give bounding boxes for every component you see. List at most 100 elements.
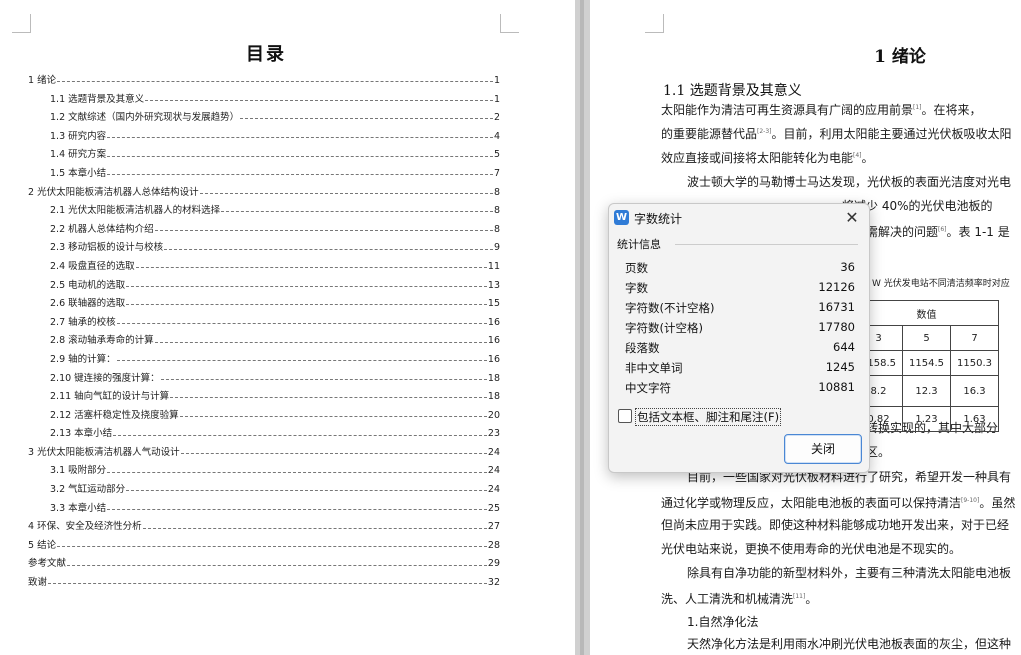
body-line-text: 1.自然净化法 — [687, 615, 759, 629]
stat-row: 字符数(不计空格) 16731 — [625, 300, 855, 320]
citation-ref: [6] — [938, 226, 947, 233]
toc-entry[interactable]: 致谢 32 — [28, 574, 500, 593]
toc-entry[interactable]: 2 光伏太阳能板清洁机器人总体结构设计 8 — [28, 184, 500, 203]
toc-entry[interactable]: 参考文献 29 — [28, 555, 500, 574]
body-line: 波士顿大学的马勒博士马达发现，光伏板的表面光洁度对光电 — [687, 170, 1021, 194]
toc-leader — [240, 118, 493, 120]
toc-entry[interactable]: 2.2 机器人总体结构介绍 8 — [28, 221, 500, 240]
toc-page-number: 15 — [487, 298, 500, 310]
toc-entry[interactable]: 3 光伏太阳能板清洁机器人气动设计 24 — [28, 444, 500, 463]
toc-entry[interactable]: 2.12 活塞杆稳定性及挠度验算 20 — [28, 407, 500, 426]
table-cell: 1.63 — [950, 406, 999, 432]
toc-entry-text: 2.7 轴承的校核 — [50, 316, 116, 328]
body-line: 的重要能源替代品[2-3]。目前，利用太阳能主要通过光伏板吸收太阳 — [661, 120, 1021, 146]
toc-page-number: 27 — [487, 521, 500, 533]
body-line: 除具有自净功能的新型材料外，主要有三种清洗太阳能电池板 — [687, 561, 1021, 585]
toc-entry[interactable]: 1.1 选题背景及其意义 1 — [28, 91, 500, 110]
toc-leader — [154, 341, 487, 343]
body-line-text: 太阳能作为清洁可再生资源具有广阔的应用前景 — [661, 103, 914, 117]
toc-page-number: 7 — [493, 167, 500, 179]
toc-entry[interactable]: 1.5 本章小结 7 — [28, 165, 500, 184]
stat-value: 36 — [840, 260, 855, 274]
corner-mark — [645, 14, 664, 33]
toc-entry-text: 2.2 机器人总体结构介绍 — [50, 223, 154, 235]
toc-entry[interactable]: 4 环保、安全及经济性分析 27 — [28, 518, 500, 537]
citation-ref: [11] — [793, 593, 806, 600]
toc-page-number: 18 — [487, 372, 500, 384]
body-line-tail: 。 — [861, 151, 874, 165]
toc-entry[interactable]: 2.11 轴向气缸的设计与计算 18 — [28, 388, 500, 407]
divider — [675, 244, 858, 245]
citation-ref: [2-3] — [757, 128, 772, 135]
toc-page-number: 16 — [487, 353, 500, 365]
citation-ref: [1] — [913, 104, 922, 111]
toc-entry-text: 2.3 移动铝板的设计与校核 — [50, 242, 164, 254]
toc-page-number: 23 — [487, 428, 500, 440]
toc-entry[interactable]: 1 绪论 1 — [28, 72, 500, 91]
toc-leader — [135, 267, 487, 269]
toc-entry[interactable]: 2.3 移动铝板的设计与校核 9 — [28, 239, 500, 258]
toc-entry[interactable]: 2.7 轴承的校核 16 — [28, 314, 500, 333]
toc-entry[interactable]: 2.1 光伏太阳能板清洁机器人的材料选择 8 — [28, 202, 500, 221]
toc-entry-text: 3 光伏太阳能板清洁机器人气动设计 — [28, 446, 180, 458]
toc-entry-text: 3.1 吸附部分 — [50, 465, 107, 477]
table-header: 5 — [902, 325, 951, 351]
toc-leader — [199, 192, 493, 194]
table-cell: 1.23 — [902, 406, 951, 432]
toc-entry[interactable]: 5 结论 28 — [28, 537, 500, 556]
toc-page-number: 8 — [493, 186, 500, 198]
body-line: 光伏电站来说，更换不使用寿命的光伏电池是不现实的。 — [661, 537, 1021, 561]
toc-entry[interactable]: 1.2 文献综述（国内外研究现状与发展趋势） 2 — [28, 109, 500, 128]
toc-entry[interactable]: 1.3 研究内容 4 — [28, 128, 500, 147]
toc-entry[interactable]: 1.4 研究方案 5 — [28, 146, 500, 165]
toc-entry[interactable]: 2.6 联轴器的选取 15 — [28, 295, 500, 314]
toc-entry[interactable]: 3.1 吸附部分 24 — [28, 462, 500, 481]
toc-leader — [107, 137, 493, 139]
toc-entry[interactable]: 2.10 键连接的强度计算： 18 — [28, 370, 500, 389]
body-line-text: 洗、人工清洗和机械清洗 — [661, 592, 794, 606]
toc-leader — [142, 527, 487, 529]
close-icon[interactable]: ✕ — [841, 207, 863, 229]
stat-value: 10881 — [818, 380, 855, 394]
toc-entry-text: 2.10 键连接的强度计算： — [50, 372, 160, 384]
toc-page-number: 20 — [487, 409, 500, 421]
toc-entry[interactable]: 2.9 轴的计算： 16 — [28, 351, 500, 370]
toc-page-number: 5 — [493, 149, 500, 161]
toc-leader — [107, 174, 493, 176]
toc-entry[interactable]: 2.8 滚动轴承寿命的计算 16 — [28, 332, 500, 351]
toc-page-number: 25 — [487, 502, 500, 514]
body-line-tail: 。在将来， — [921, 103, 982, 117]
toc-page-number: 18 — [487, 391, 500, 403]
table-cell: 12.3 — [902, 375, 951, 407]
toc-entry[interactable]: 2.13 本章小结 23 — [28, 425, 500, 444]
dialog-titlebar[interactable]: W 字数统计 ✕ — [609, 204, 869, 232]
body-line-text: 光伏电站来说，更换不使用寿命的光伏电池是不现实的。 — [661, 542, 962, 556]
body-line: 洗、人工清洗和机械清洗[11]。 — [661, 585, 1021, 611]
close-button[interactable]: 关闭 — [784, 434, 862, 464]
toc-leader — [170, 397, 487, 399]
corner-mark — [12, 14, 31, 33]
body-line-text: 效应直接或间接将太阳能转化为电能 — [661, 151, 854, 165]
toc-entry[interactable]: 3.2 气缸运动部分 24 — [28, 481, 500, 500]
stat-label: 中文字符 — [625, 381, 671, 395]
toc-leader — [179, 415, 487, 417]
toc-entry-text: 参考文献 — [28, 558, 67, 570]
toc-leader — [180, 453, 487, 455]
toc-page-number: 28 — [487, 539, 500, 551]
toc-entry[interactable]: 2.4 吸盘直径的选取 11 — [28, 258, 500, 277]
toc-leader — [57, 81, 493, 83]
stat-value: 12126 — [818, 280, 855, 294]
body-line: 但尚未应用于实践。即使这种材料能够成功地开发出来，对于已经 — [661, 513, 1021, 537]
table-header: 7 — [950, 325, 999, 351]
toc-entry[interactable]: 2.5 电动机的选取 13 — [28, 277, 500, 296]
stat-label: 字符数(不计空格) — [625, 301, 715, 315]
toc-page-number: 4 — [493, 130, 500, 142]
toc-entry-text: 3.2 气缸运动部分 — [50, 484, 126, 496]
include-textbox-label[interactable]: 包括文本框、脚注和尾注(F) — [635, 408, 782, 426]
toc-entry[interactable]: 3.3 本章小结 25 — [28, 500, 500, 519]
include-textbox-checkbox[interactable] — [618, 409, 632, 423]
citation-ref: [9-10] — [961, 497, 980, 504]
toc-page-number: 8 — [493, 223, 500, 235]
toc-leader — [57, 546, 487, 548]
toc-leader — [126, 304, 487, 306]
